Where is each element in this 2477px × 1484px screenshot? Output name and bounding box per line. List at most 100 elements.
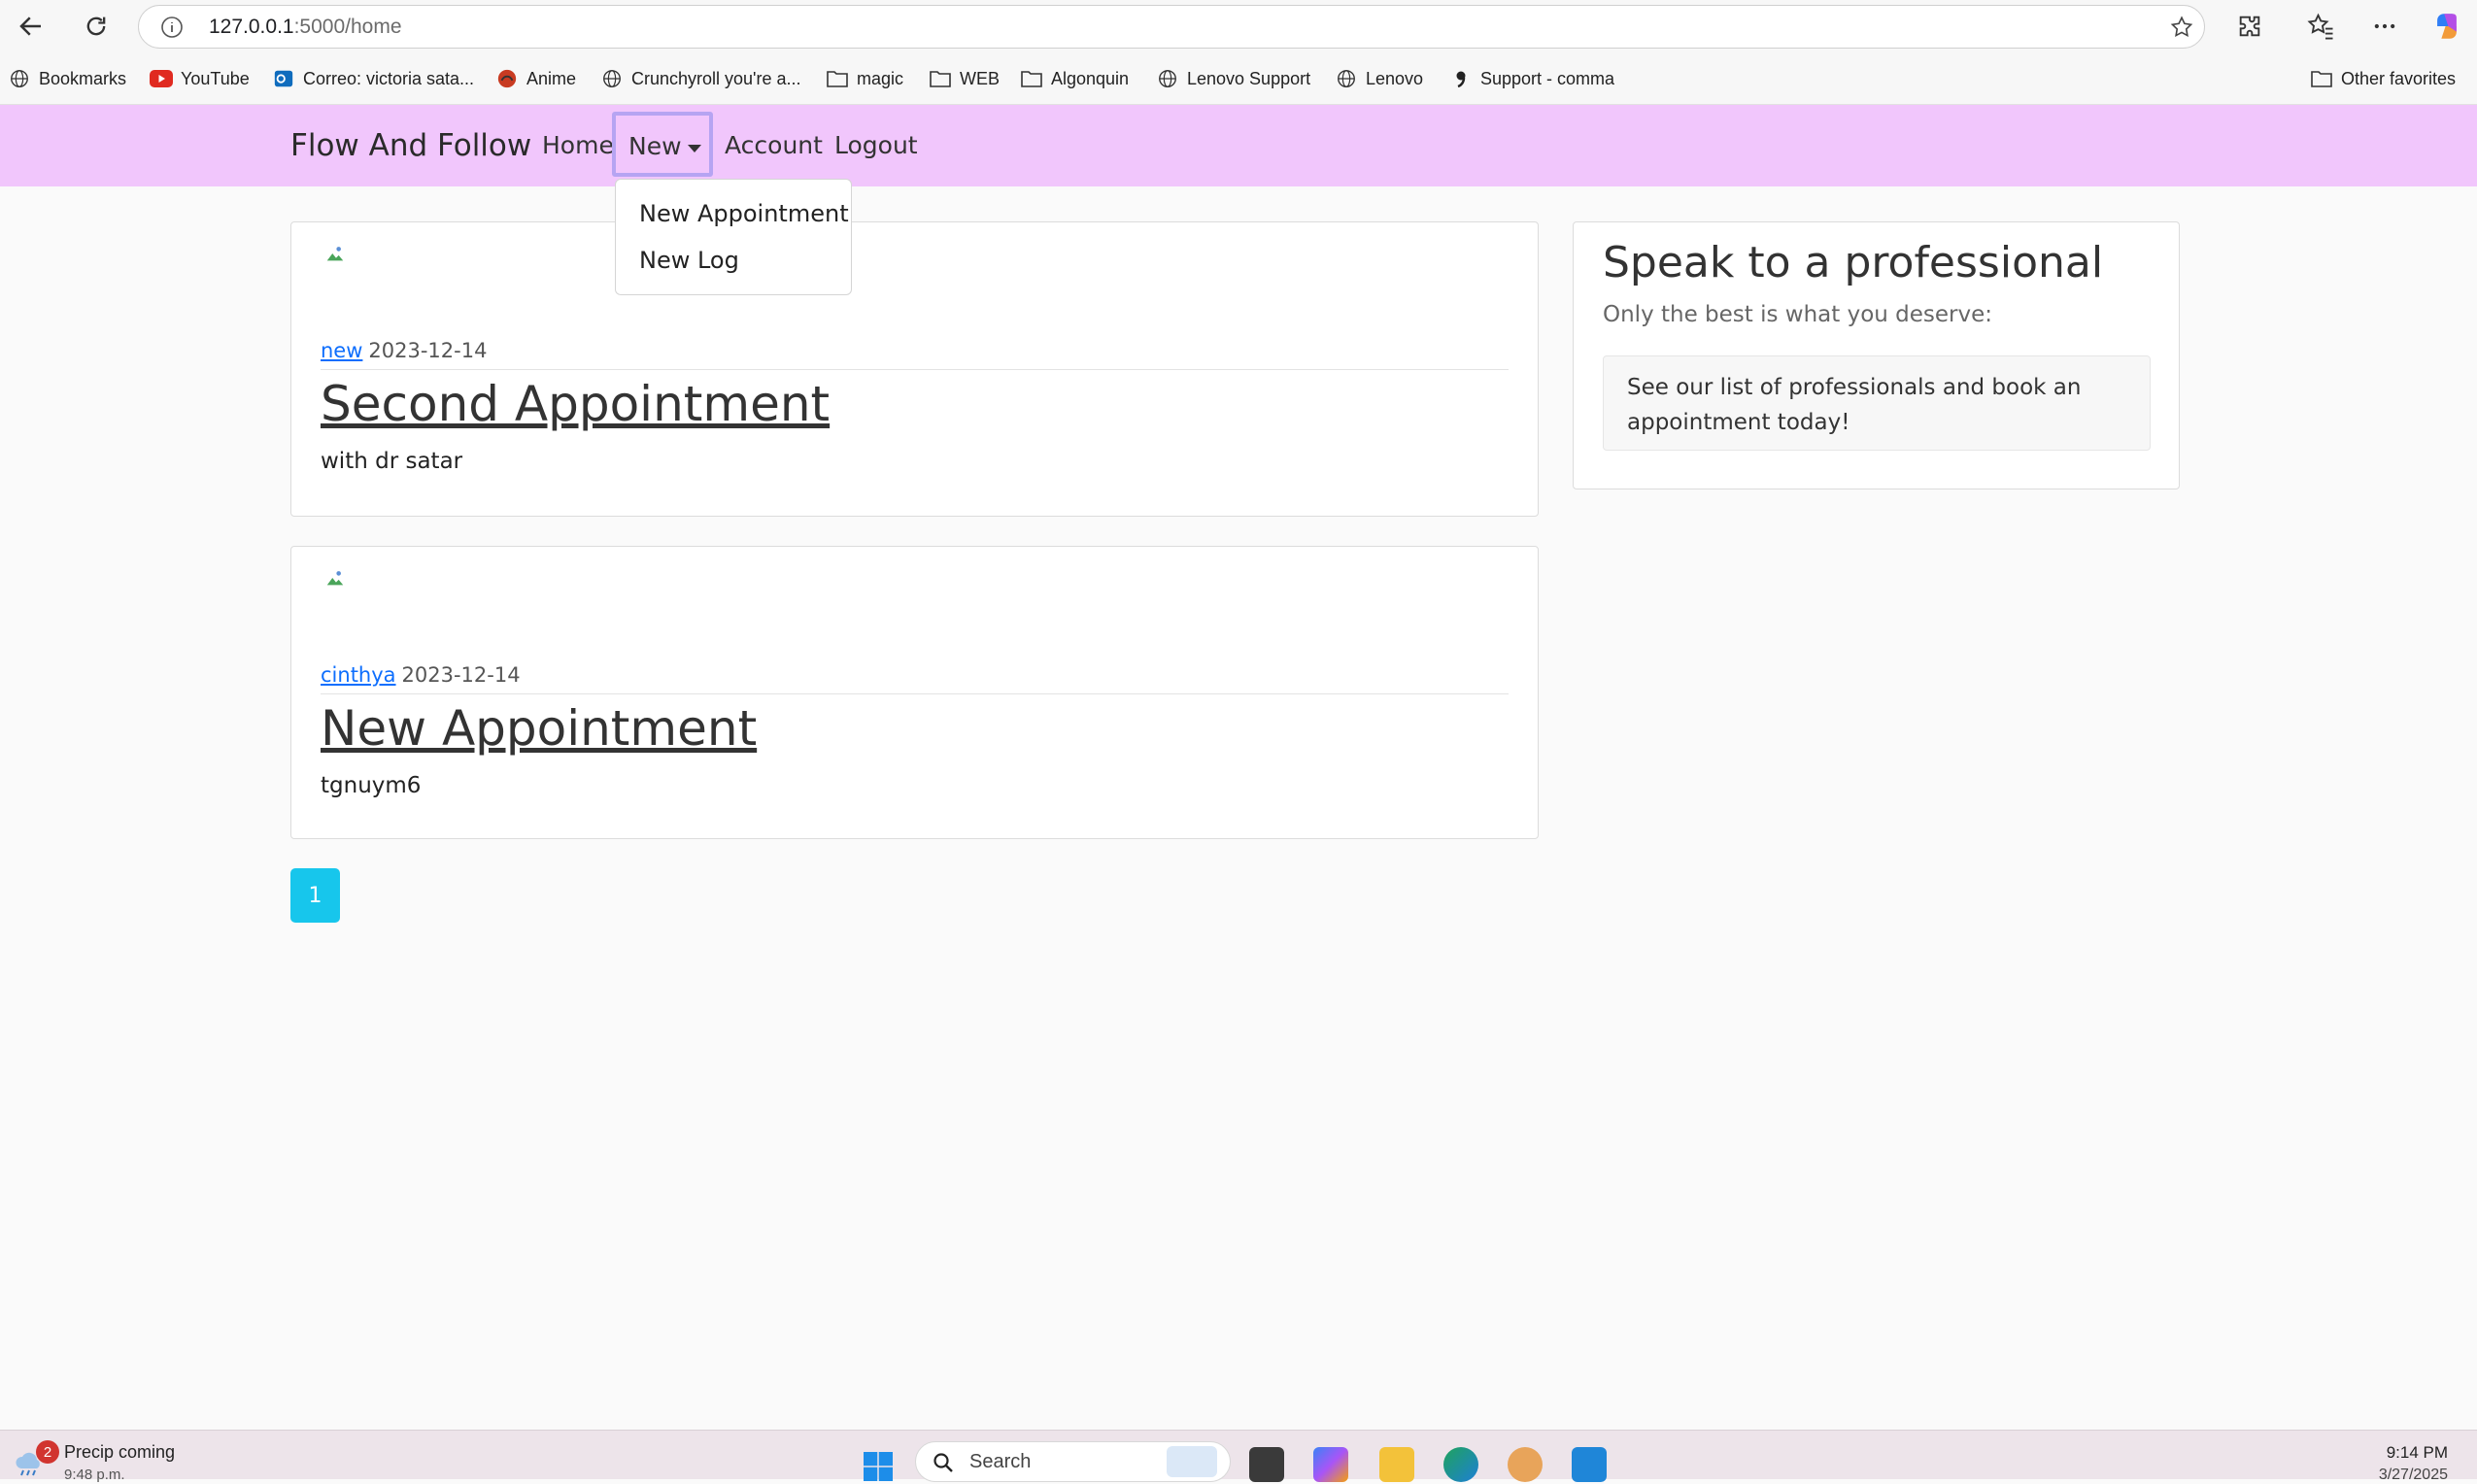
- divider: [321, 369, 1509, 370]
- menu-item-new-appointment[interactable]: New Appointment: [639, 200, 849, 227]
- file-explorer-icon[interactable]: [1379, 1447, 1414, 1482]
- site-info-icon[interactable]: [160, 16, 184, 39]
- bookmark-other-favorites[interactable]: Other favorites: [2310, 65, 2456, 92]
- menu-item-new-log[interactable]: New Log: [639, 247, 739, 274]
- bookmark-anime[interactable]: Anime: [495, 65, 576, 92]
- bookmark-label: Algonquin: [1051, 68, 1130, 88]
- bookmark-lenovo-support[interactable]: Lenovo Support: [1156, 65, 1310, 92]
- bookmark-label: Bookmarks: [39, 68, 127, 88]
- search-icon: [933, 1453, 953, 1472]
- folder-icon: [1020, 67, 1043, 90]
- bookmark-lenovo[interactable]: Lenovo: [1335, 65, 1423, 92]
- url-host: 127.0.0.1: [209, 16, 294, 38]
- edge-browser-icon[interactable]: [1443, 1447, 1478, 1482]
- author-avatar: [321, 561, 416, 657]
- post-date: 2023-12-14: [368, 339, 488, 362]
- broken-image-icon: [326, 571, 344, 586]
- vscode-icon[interactable]: [1572, 1447, 1607, 1482]
- windows-taskbar: [0, 1430, 2477, 1479]
- search-placeholder: Search: [969, 1451, 1032, 1472]
- bookmark-label: Correo: victoria sata...: [303, 68, 475, 88]
- globe-icon: [600, 67, 624, 90]
- app-icon[interactable]: [1508, 1447, 1543, 1482]
- more-dots-icon: [2374, 23, 2395, 29]
- browser-toolbar: 127.0.0.1:5000/home: [0, 0, 2477, 53]
- bookmark-support-comma[interactable]: Support - comma: [1449, 65, 1614, 92]
- weather-subtext: 9:48 p.m.: [64, 1467, 125, 1483]
- weather-text[interactable]: Precip coming: [64, 1442, 175, 1463]
- bookmark-correo[interactable]: Correo: victoria sata...: [272, 65, 474, 92]
- folder-icon: [826, 67, 849, 90]
- author-link[interactable]: cinthya: [321, 663, 396, 687]
- post-card: new 2023-12-14 Second Appointment with dr…: [290, 221, 1539, 517]
- url-text: 127.0.0.1:5000/home: [209, 16, 402, 39]
- star-icon[interactable]: [2169, 15, 2194, 40]
- post-content: with dr satar: [321, 449, 463, 474]
- post-card: cinthya 2023-12-14 New Appointment tgnuym…: [290, 546, 1539, 839]
- bookmark-web[interactable]: WEB: [929, 65, 1000, 92]
- reload-icon: [86, 17, 106, 36]
- post-content: tgnuym6: [321, 773, 422, 798]
- broken-image-icon: [326, 247, 344, 261]
- bookmark-label: YouTube: [181, 68, 250, 88]
- sidebar-title: Speak to a professional: [1603, 238, 2104, 287]
- nav-home-link[interactable]: Home: [542, 131, 614, 159]
- url-path: :5000/home: [293, 16, 402, 38]
- globe-icon: [8, 67, 31, 90]
- post-meta: cinthya 2023-12-14: [321, 663, 521, 687]
- taskbar-search-box[interactable]: Search: [915, 1441, 1231, 1482]
- post-title-link[interactable]: Second Appointment: [321, 376, 830, 432]
- favorites-star-list-icon: [2307, 13, 2333, 40]
- bookmark-youtube[interactable]: YouTube: [150, 65, 250, 92]
- nav-logout-link[interactable]: Logout: [834, 131, 918, 159]
- back-arrow-icon: [19, 17, 41, 36]
- nav-new-label: New: [628, 132, 682, 160]
- task-view-icon[interactable]: [1249, 1447, 1284, 1482]
- brand-logo-text[interactable]: Flow And Follow: [290, 128, 531, 163]
- back-button[interactable]: [7, 2, 55, 51]
- bookmark-label: Other favorites: [2341, 68, 2457, 88]
- nav-account-link[interactable]: Account: [725, 131, 823, 159]
- weather-alert-badge: 2: [36, 1440, 59, 1464]
- bookmark-label: Crunchyroll you're a...: [631, 68, 801, 88]
- caret-down-icon: [688, 145, 701, 152]
- outlook-icon: [272, 67, 295, 90]
- bookmark-label: Lenovo: [1366, 68, 1424, 88]
- copilot-icon: [2437, 14, 2457, 39]
- youtube-icon: [150, 67, 173, 90]
- nav-new-dropdown-toggle[interactable]: New: [612, 112, 713, 177]
- comma-icon: [1449, 67, 1473, 90]
- anime-site-icon: [495, 67, 519, 90]
- post-date: 2023-12-14: [401, 663, 521, 687]
- post-meta: new 2023-12-14: [321, 339, 487, 362]
- copilot-button[interactable]: [2423, 2, 2471, 51]
- bookmark-label: WEB: [960, 68, 1001, 88]
- taskbar-date[interactable]: 3/27/2025: [2341, 1467, 2448, 1484]
- search-highlight-icon: [1167, 1446, 1217, 1477]
- pagination-page-1[interactable]: 1: [290, 868, 340, 923]
- globe-icon: [1335, 67, 1358, 90]
- sidebar-subtitle: Only the best is what you deserve:: [1603, 302, 1993, 327]
- address-bar[interactable]: 127.0.0.1:5000/home: [138, 5, 2205, 49]
- new-dropdown-menu: New Appointment New Log: [615, 179, 852, 295]
- bookmark-bookmarks[interactable]: Bookmarks: [8, 65, 126, 92]
- puzzle-icon: [2239, 16, 2260, 37]
- copilot-app-icon[interactable]: [1313, 1447, 1348, 1482]
- folder-icon: [929, 67, 952, 90]
- reload-button[interactable]: [72, 2, 120, 51]
- windows-start-icon[interactable]: [861, 1449, 896, 1484]
- globe-icon: [1156, 67, 1179, 90]
- author-link[interactable]: new: [321, 339, 362, 362]
- taskbar-clock[interactable]: 9:14 PM: [2360, 1443, 2448, 1463]
- more-button[interactable]: [2360, 2, 2409, 51]
- bookmark-crunchyroll[interactable]: Crunchyroll you're a...: [600, 65, 801, 92]
- sidebar-card: Speak to a professional Only the best is…: [1573, 221, 2180, 489]
- bookmark-label: magic: [857, 68, 904, 88]
- extensions-button[interactable]: [2225, 2, 2274, 51]
- bookmark-label: Lenovo Support: [1187, 68, 1311, 88]
- professionals-list-item[interactable]: See our list of professionals and book a…: [1603, 355, 2151, 451]
- bookmark-magic[interactable]: magic: [826, 65, 903, 92]
- bookmark-algonquin[interactable]: Algonquin: [1020, 65, 1129, 92]
- favorites-button[interactable]: [2296, 2, 2345, 51]
- post-title-link[interactable]: New Appointment: [321, 700, 757, 757]
